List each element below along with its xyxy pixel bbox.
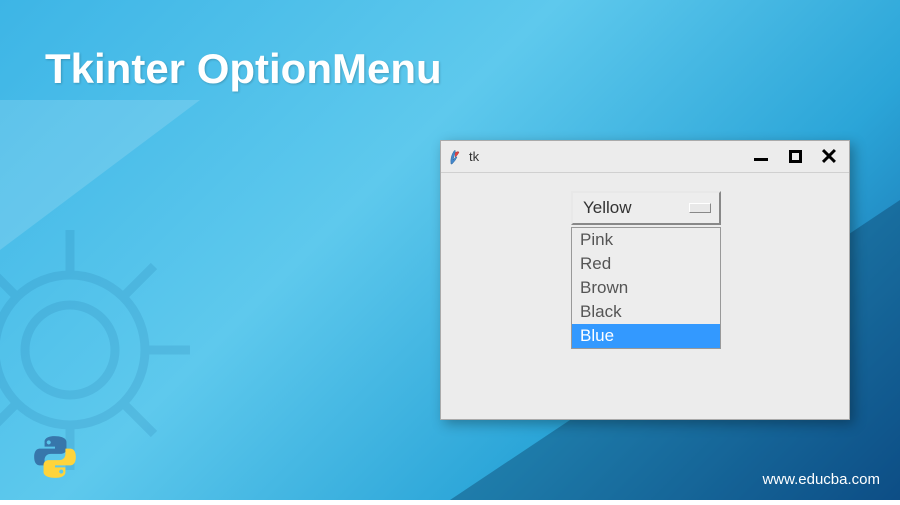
dropdown-item-red[interactable]: Red	[572, 252, 720, 276]
dropdown-item-brown[interactable]: Brown	[572, 276, 720, 300]
optionmenu-indicator-icon	[689, 203, 711, 213]
window-title: tk	[469, 149, 751, 164]
watermark: www.educba.com	[762, 471, 880, 488]
optionmenu-button[interactable]: Yellow	[571, 191, 721, 225]
page-background: Tkinter OptionMenu tk ✕	[0, 0, 900, 500]
tk-window: tk ✕ Yellow Pink	[440, 140, 850, 420]
tk-feather-icon	[447, 149, 463, 165]
minimize-button[interactable]	[751, 147, 771, 167]
page-title: Tkinter OptionMenu	[45, 45, 442, 93]
dropdown-item-pink[interactable]: Pink	[572, 228, 720, 252]
dropdown-item-blue[interactable]: Blue	[572, 324, 720, 348]
optionmenu-dropdown: Pink Red Brown Black Blue	[571, 227, 721, 349]
titlebar-buttons: ✕	[751, 147, 839, 167]
titlebar[interactable]: tk ✕	[441, 141, 849, 173]
window-body: Yellow Pink Red Brown Black Blue	[441, 173, 849, 209]
minimize-icon	[754, 158, 768, 161]
close-button[interactable]: ✕	[819, 147, 839, 167]
close-icon: ✕	[820, 146, 838, 168]
maximize-button[interactable]	[785, 147, 805, 167]
python-logo-icon	[30, 432, 80, 482]
optionmenu-widget: Yellow Pink Red Brown Black Blue	[571, 191, 721, 349]
maximize-icon	[789, 150, 802, 163]
dropdown-item-black[interactable]: Black	[572, 300, 720, 324]
optionmenu-selected-label: Yellow	[583, 198, 632, 218]
